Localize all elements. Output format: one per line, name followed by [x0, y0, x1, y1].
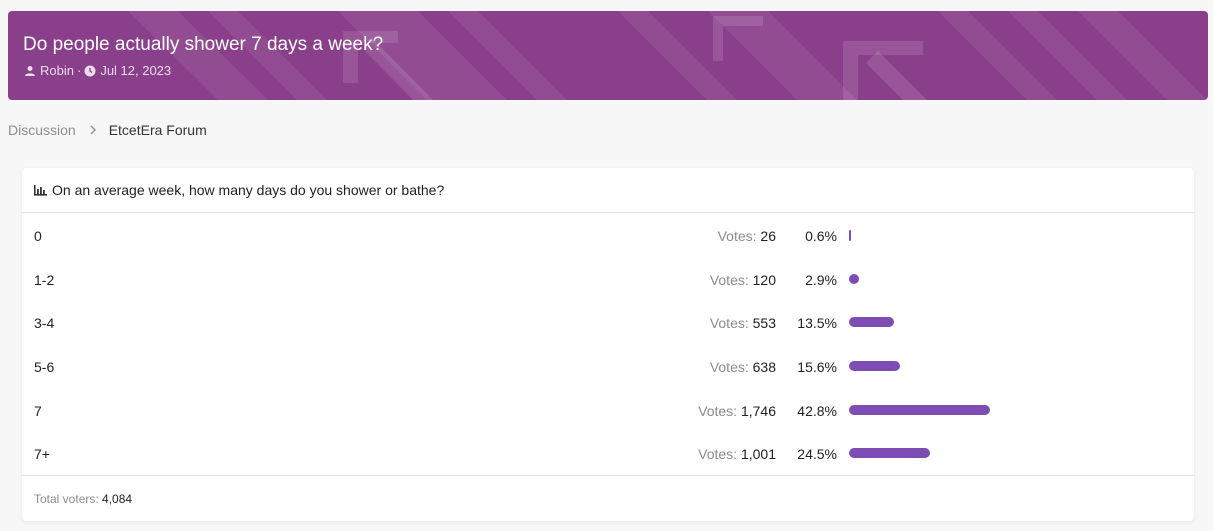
poll-options: 0 Votes: 26 0.6% 1-2 Votes: 120 2.9% 3-4… — [22, 214, 1194, 476]
bar-chart-icon — [34, 184, 47, 196]
poll-option-percent: 24.5% — [797, 446, 837, 463]
poll-option-percent: 0.6% — [805, 228, 837, 244]
breadcrumb: Discussion EtcetEra Forum — [8, 122, 207, 138]
poll-question: On an average week, how many days do you… — [52, 182, 445, 198]
poll-option-votes[interactable]: Votes: 1,001 — [698, 446, 776, 462]
poll-option-votes[interactable]: Votes: 553 — [710, 315, 776, 331]
poll-option-row: 7 Votes: 1,746 42.8% — [22, 389, 1194, 433]
poll-option-votes[interactable]: Votes: 638 — [710, 359, 776, 375]
meta-separator: · — [76, 63, 82, 78]
poll-option-votes[interactable]: Votes: 1,746 — [698, 403, 776, 419]
poll-option-percent: 42.8% — [797, 402, 837, 419]
votes-count: 1,001 — [740, 446, 776, 463]
poll-option-bar — [849, 273, 859, 284]
poll-option-percent: 13.5% — [797, 315, 837, 332]
total-voters-value[interactable]: 4,084 — [102, 492, 132, 506]
poll-option-row: 0 Votes: 26 0.6% — [22, 214, 1194, 258]
poll-option-bar — [849, 404, 991, 415]
thread-author[interactable]: Robin — [40, 63, 74, 78]
poll-option-label: 3-4 — [34, 315, 55, 332]
poll-option-votes[interactable]: Votes: 120 — [710, 272, 776, 288]
votes-count: 120 — [752, 271, 776, 288]
poll-option-label: 5-6 — [34, 359, 55, 376]
votes-count: 638 — [752, 359, 776, 376]
poll-option-row: 5-6 Votes: 638 15.6% — [22, 345, 1194, 389]
votes-label: Votes: — [709, 271, 749, 288]
poll-footer: Total voters: 4,084 — [22, 475, 1194, 521]
poll-option-bar — [849, 361, 901, 372]
poll-option-percent: 15.6% — [797, 359, 837, 376]
poll-option-percent: 2.9% — [805, 271, 837, 288]
votes-label: Votes: — [709, 315, 749, 332]
chevron-right-icon — [90, 125, 97, 135]
votes-label: Votes: — [698, 446, 738, 463]
thread-banner: Do people actually shower 7 days a week?… — [8, 11, 1208, 100]
votes-count: 26 — [760, 228, 776, 244]
votes-count: 1,746 — [740, 402, 776, 419]
votes-count: 553 — [752, 315, 776, 332]
poll-option-row: 7+ Votes: 1,001 24.5% — [22, 432, 1194, 476]
total-voters-label: Total voters: — [34, 492, 99, 506]
thread-meta: Robin · Jul 12, 2023 — [24, 63, 171, 78]
breadcrumb-etcetera-forum[interactable]: EtcetEra Forum — [109, 122, 207, 138]
votes-label: Votes: — [709, 359, 749, 376]
votes-label: Votes: — [698, 402, 738, 419]
votes-label: Votes: — [717, 228, 757, 244]
poll-option-label: 7+ — [34, 446, 50, 463]
poll-option-label: 0 — [34, 228, 42, 244]
poll-header: On an average week, how many days do you… — [22, 168, 1194, 213]
poll-option-row: 1-2 Votes: 120 2.9% — [22, 258, 1194, 302]
poll-option-label: 7 — [34, 402, 42, 419]
clock-icon — [84, 65, 96, 77]
poll-option-votes[interactable]: Votes: 26 — [718, 228, 776, 244]
user-icon — [24, 65, 36, 77]
poll-block: On an average week, how many days do you… — [22, 168, 1194, 521]
poll-option-label: 1-2 — [34, 271, 55, 288]
poll-option-bar — [849, 230, 851, 241]
thread-date[interactable]: Jul 12, 2023 — [100, 63, 171, 78]
breadcrumb-discussion[interactable]: Discussion — [8, 122, 76, 138]
poll-option-bar — [849, 317, 894, 328]
poll-option-bar — [849, 448, 930, 459]
poll-option-row: 3-4 Votes: 553 13.5% — [22, 301, 1194, 345]
thread-title: Do people actually shower 7 days a week? — [23, 34, 384, 55]
